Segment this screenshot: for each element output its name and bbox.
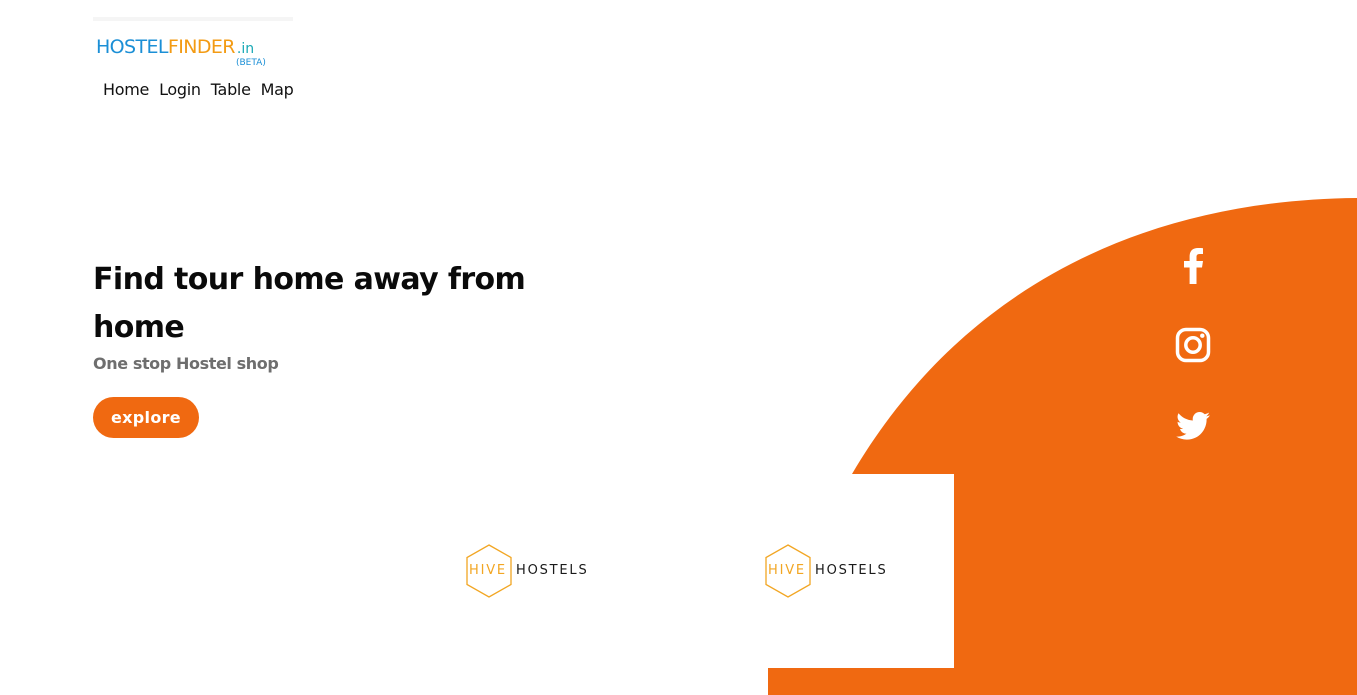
partner-logo-hive-hostels[interactable]: HIVE HOSTELS — [763, 543, 903, 599]
nav-link-table[interactable]: Table — [211, 79, 251, 101]
partner-name-hostels: HOSTELS — [815, 563, 888, 578]
twitter-icon — [1176, 411, 1210, 440]
logo-wordmark: HOSTELFINDER .in — [96, 36, 254, 60]
instagram-link[interactable] — [1173, 325, 1213, 365]
nav-link-login[interactable]: Login — [159, 79, 201, 101]
partner-logo-hive-hostels[interactable]: HIVE HOSTELS — [464, 543, 604, 599]
facebook-link[interactable] — [1173, 245, 1213, 285]
instagram-icon — [1175, 327, 1211, 363]
partner-name-hive: HIVE — [768, 563, 806, 578]
logo-hostel-text: HOSTEL — [96, 36, 169, 58]
nav-link-map[interactable]: Map — [261, 79, 294, 101]
partner-name-hive: HIVE — [469, 563, 507, 578]
logo-tld-text: .in — [236, 41, 255, 57]
hero-title: Find tour home away from home — [93, 262, 526, 345]
logo-finder-text: FINDER — [167, 36, 236, 58]
header-strip — [93, 17, 293, 21]
explore-button[interactable]: explore — [93, 397, 199, 438]
main-nav: Home Login Table Map — [103, 79, 294, 101]
nav-link-home[interactable]: Home — [103, 79, 149, 101]
facebook-icon — [1184, 248, 1203, 284]
hero-subtitle: One stop Hostel shop — [93, 354, 279, 373]
twitter-link[interactable] — [1173, 406, 1213, 446]
site-logo[interactable]: HOSTELFINDER .in (BETA) — [96, 36, 296, 72]
logo-beta-tag: (BETA) — [236, 58, 266, 68]
partner-name-hostels: HOSTELS — [516, 563, 589, 578]
